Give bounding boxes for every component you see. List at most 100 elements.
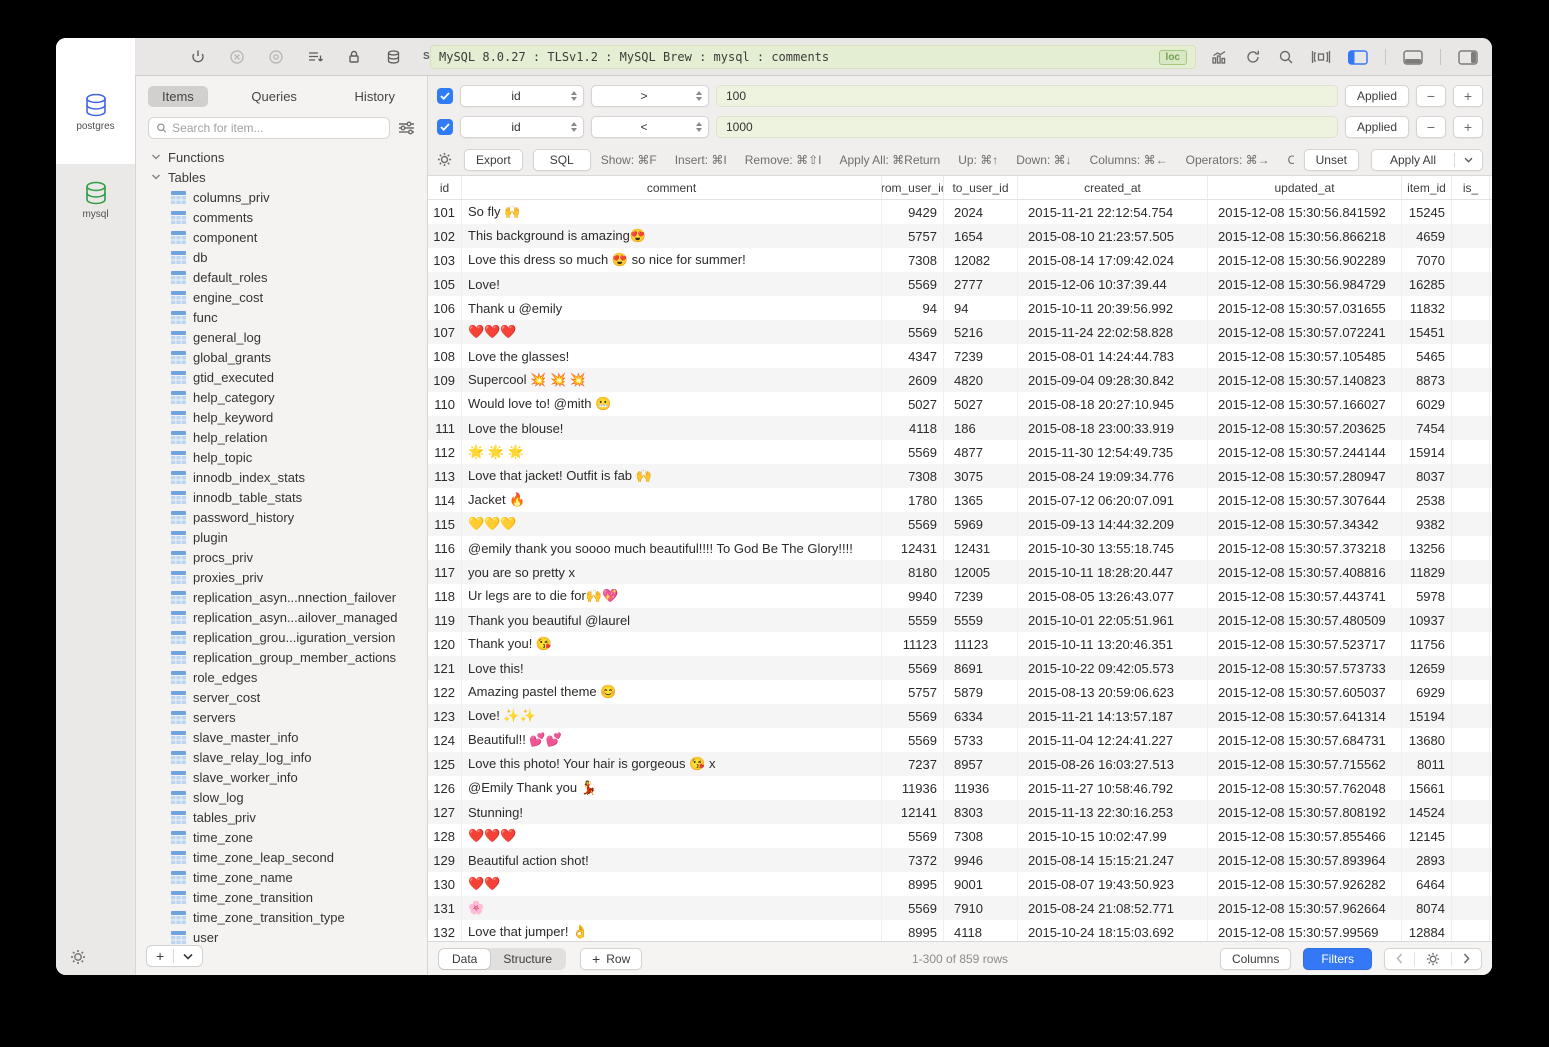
cell-comment[interactable]: 🌸 bbox=[462, 896, 882, 920]
cell-from_user_id[interactable]: 5757 bbox=[882, 680, 944, 704]
cell-comment[interactable]: Supercool 💥 💥 💥 bbox=[462, 368, 882, 392]
filter-applied-button[interactable]: Applied bbox=[1345, 116, 1409, 138]
cell-item_id[interactable]: 15245 bbox=[1402, 200, 1452, 224]
cell-item_id[interactable]: 6929 bbox=[1402, 680, 1452, 704]
cell-updated_at[interactable]: 2015-12-08 15:30:57.926282 bbox=[1208, 872, 1402, 896]
cell-created_at[interactable]: 2015-11-04 12:24:41.227 bbox=[1018, 728, 1208, 752]
cell-item_id[interactable]: 4659 bbox=[1402, 224, 1452, 248]
cell-updated_at[interactable]: 2015-12-08 15:30:57.641314 bbox=[1208, 704, 1402, 728]
table-row[interactable]: 129Beautiful action shot!737299462015-08… bbox=[428, 848, 1492, 872]
search-icon[interactable] bbox=[1278, 49, 1294, 65]
cell-updated_at[interactable]: 2015-12-08 15:30:57.031655 bbox=[1208, 296, 1402, 320]
cell-id[interactable]: 123 bbox=[428, 704, 462, 728]
cell-comment[interactable]: ❤️❤️❤️ bbox=[462, 824, 882, 848]
sidebar-item-table[interactable]: general_log bbox=[136, 327, 427, 347]
table-row[interactable]: 112🌟 🌟 🌟556948772015-11-30 12:54:49.7352… bbox=[428, 440, 1492, 464]
cell-from_user_id[interactable]: 11123 bbox=[882, 632, 944, 656]
column-header-id[interactable]: id bbox=[428, 176, 462, 199]
sidebar-item-table[interactable]: slave_master_info bbox=[136, 727, 427, 747]
cell-from_user_id[interactable]: 12431 bbox=[882, 536, 944, 560]
export-button[interactable]: Export bbox=[464, 149, 523, 171]
cell-updated_at[interactable]: 2015-12-08 15:30:57.105485 bbox=[1208, 344, 1402, 368]
table-row[interactable]: 116@emily thank you soooo much beautiful… bbox=[428, 536, 1492, 560]
cell-created_at[interactable]: 2015-08-26 16:03:27.513 bbox=[1018, 752, 1208, 776]
sidebar-item-table[interactable]: columns_priv bbox=[136, 187, 427, 207]
cell-id[interactable]: 113 bbox=[428, 464, 462, 488]
filter-value-input[interactable]: 100 bbox=[716, 85, 1338, 107]
cell-is_[interactable] bbox=[1452, 536, 1490, 560]
view-tab-data[interactable]: Data bbox=[439, 949, 490, 969]
cell-updated_at[interactable]: 2015-12-08 15:30:57.280947 bbox=[1208, 464, 1402, 488]
cell-comment[interactable]: Love this photo! Your hair is gorgeous 😘… bbox=[462, 752, 882, 776]
cell-to_user_id[interactable]: 5879 bbox=[944, 680, 1018, 704]
cell-to_user_id[interactable]: 1654 bbox=[944, 224, 1018, 248]
cell-id[interactable]: 109 bbox=[428, 368, 462, 392]
cell-created_at[interactable]: 2015-11-27 10:58:46.792 bbox=[1018, 776, 1208, 800]
tree-group-tables[interactable]: Tables bbox=[136, 167, 427, 187]
cell-updated_at[interactable]: 2015-12-08 15:30:57.893964 bbox=[1208, 848, 1402, 872]
log-icon[interactable] bbox=[306, 48, 324, 66]
cell-is_[interactable] bbox=[1452, 416, 1490, 440]
cell-comment[interactable]: Ur legs are to die for🙌💖 bbox=[462, 584, 882, 608]
sidebar-item-table[interactable]: slow_log bbox=[136, 787, 427, 807]
cell-comment[interactable]: @emily thank you soooo much beautiful!!!… bbox=[462, 536, 882, 560]
cell-from_user_id[interactable]: 8995 bbox=[882, 872, 944, 896]
column-header-item_id[interactable]: item_id bbox=[1402, 176, 1452, 199]
cell-id[interactable]: 132 bbox=[428, 920, 462, 941]
cell-to_user_id[interactable]: 11936 bbox=[944, 776, 1018, 800]
cell-item_id[interactable]: 9382 bbox=[1402, 512, 1452, 536]
cell-created_at[interactable]: 2015-10-11 20:39:56.992 bbox=[1018, 296, 1208, 320]
cell-item_id[interactable]: 6029 bbox=[1402, 392, 1452, 416]
database-icon[interactable] bbox=[384, 48, 402, 66]
cell-is_[interactable] bbox=[1452, 488, 1490, 512]
cell-item_id[interactable]: 10937 bbox=[1402, 608, 1452, 632]
cell-updated_at[interactable]: 2015-12-08 15:30:57.480509 bbox=[1208, 608, 1402, 632]
cell-is_[interactable] bbox=[1452, 608, 1490, 632]
cell-from_user_id[interactable]: 4118 bbox=[882, 416, 944, 440]
chevron-down-icon[interactable] bbox=[1455, 157, 1482, 163]
sql-button[interactable]: SQL bbox=[533, 149, 591, 171]
cell-item_id[interactable]: 11829 bbox=[1402, 560, 1452, 584]
filter-operator-select[interactable]: > bbox=[591, 85, 709, 107]
cell-id[interactable]: 124 bbox=[428, 728, 462, 752]
cell-updated_at[interactable]: 2015-12-08 15:30:56.841592 bbox=[1208, 200, 1402, 224]
cell-created_at[interactable]: 2015-10-24 18:15:03.692 bbox=[1018, 920, 1208, 941]
cell-id[interactable]: 116 bbox=[428, 536, 462, 560]
cell-comment[interactable]: 💛💛💛 bbox=[462, 512, 882, 536]
cell-item_id[interactable]: 13256 bbox=[1402, 536, 1452, 560]
plus-icon[interactable]: + bbox=[147, 948, 173, 964]
item-search-field[interactable] bbox=[148, 117, 390, 139]
cell-created_at[interactable]: 2015-09-04 09:28:30.842 bbox=[1018, 368, 1208, 392]
sidebar-item-table[interactable]: servers bbox=[136, 707, 427, 727]
sidebar-item-table[interactable]: gtid_executed bbox=[136, 367, 427, 387]
cell-from_user_id[interactable]: 5569 bbox=[882, 704, 944, 728]
filter-column-select[interactable]: id bbox=[460, 85, 584, 107]
sidebar-item-table[interactable]: help_category bbox=[136, 387, 427, 407]
column-header-updated_at[interactable]: updated_at bbox=[1208, 176, 1402, 199]
cell-from_user_id[interactable]: 8180 bbox=[882, 560, 944, 584]
cell-id[interactable]: 107 bbox=[428, 320, 462, 344]
cell-is_[interactable] bbox=[1452, 464, 1490, 488]
cell-comment[interactable]: ❤️❤️ bbox=[462, 872, 882, 896]
cell-updated_at[interactable]: 2015-12-08 15:30:57.373218 bbox=[1208, 536, 1402, 560]
cell-created_at[interactable]: 2015-12-06 10:37:39.44 bbox=[1018, 272, 1208, 296]
sidebar-item-table[interactable]: time_zone_transition_type bbox=[136, 907, 427, 927]
sidebar-item-table[interactable]: procs_priv bbox=[136, 547, 427, 567]
cell-to_user_id[interactable]: 7910 bbox=[944, 896, 1018, 920]
cell-updated_at[interactable]: 2015-12-08 15:30:57.99569 bbox=[1208, 920, 1402, 941]
sidebar-item-table[interactable]: time_zone_transition bbox=[136, 887, 427, 907]
cell-updated_at[interactable]: 2015-12-08 15:30:57.715562 bbox=[1208, 752, 1402, 776]
cell-updated_at[interactable]: 2015-12-08 15:30:57.307644 bbox=[1208, 488, 1402, 512]
filter-enabled-checkbox[interactable] bbox=[437, 119, 453, 135]
table-row[interactable]: 109Supercool 💥 💥 💥260948202015-09-04 09:… bbox=[428, 368, 1492, 392]
filter-column-select[interactable]: id bbox=[460, 116, 584, 138]
cell-comment[interactable]: you are so pretty x bbox=[462, 560, 882, 584]
sidebar-item-table[interactable]: password_history bbox=[136, 507, 427, 527]
connection-mysql[interactable]: mysql bbox=[56, 164, 135, 248]
cell-item_id[interactable]: 12145 bbox=[1402, 824, 1452, 848]
cell-comment[interactable]: 🌟 🌟 🌟 bbox=[462, 440, 882, 464]
prev-page-button[interactable] bbox=[1385, 953, 1414, 964]
sidebar-item-table[interactable]: func bbox=[136, 307, 427, 327]
search-input[interactable] bbox=[172, 121, 382, 135]
toggle-right-panel-icon[interactable] bbox=[1458, 50, 1478, 65]
